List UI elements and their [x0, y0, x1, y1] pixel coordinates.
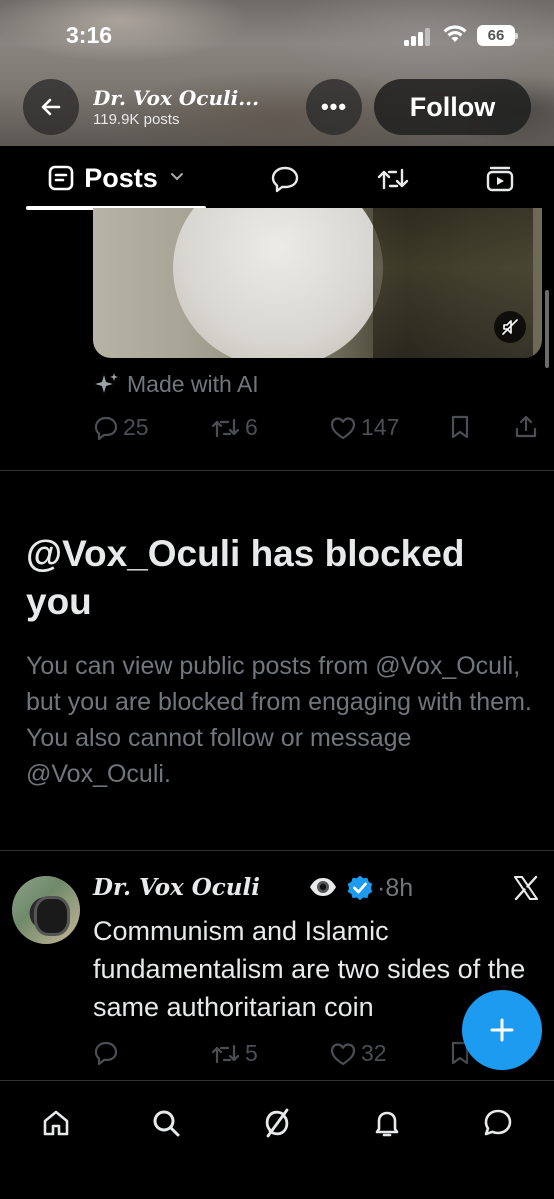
signal-icon — [404, 28, 432, 46]
made-with-ai-text: Made with AI — [127, 371, 259, 397]
posts-icon — [48, 165, 74, 191]
repost-icon — [211, 1044, 240, 1063]
battery-level: 66 — [487, 27, 505, 44]
tab-media[interactable] — [483, 162, 517, 196]
status-bar: 3:16 66 — [0, 0, 554, 72]
blocked-description: You can view public posts from @Vox_Ocul… — [26, 652, 532, 788]
compose-post-button[interactable] — [462, 990, 542, 1070]
tab-posts-label: Posts — [84, 162, 158, 193]
made-with-ai-label: Made with AI — [93, 371, 259, 398]
scrollbar[interactable] — [545, 290, 549, 368]
wifi-icon — [442, 24, 468, 50]
tab-replies[interactable] — [268, 162, 302, 196]
messages-icon — [484, 1109, 512, 1136]
reposts-icon — [377, 168, 409, 190]
bookmark-icon — [451, 415, 469, 439]
avatar[interactable] — [12, 876, 80, 944]
nav-messages[interactable] — [478, 1103, 518, 1143]
chevron-down-icon — [170, 169, 184, 187]
reply-icon — [94, 1041, 118, 1066]
tab-reposts[interactable] — [376, 162, 410, 196]
repost-icon — [211, 418, 240, 437]
share-button[interactable] — [513, 414, 539, 440]
muted-speaker-icon — [502, 319, 518, 335]
follow-button[interactable]: Follow — [374, 79, 531, 135]
like-count: 32 — [361, 1040, 387, 1066]
repost-count: 5 — [245, 1040, 258, 1066]
like-button[interactable]: 32 — [329, 1040, 387, 1067]
arrow-left-icon — [41, 98, 61, 116]
heart-icon — [330, 1042, 356, 1065]
home-icon — [43, 1110, 69, 1136]
profile-posts-count: 119.9K posts — [93, 111, 180, 128]
nav-notifications[interactable] — [367, 1103, 407, 1143]
status-time: 3:16 — [66, 22, 113, 48]
reply-icon — [94, 416, 118, 440]
post-media-video[interactable] — [93, 208, 542, 358]
notifications-icon — [375, 1111, 399, 1137]
profile-name: Dr. Vox Oculi... — [93, 86, 260, 110]
x-logo-icon[interactable] — [512, 874, 540, 902]
heart-icon — [330, 416, 356, 439]
profile-tabs: Posts — [0, 146, 554, 210]
tweet-timestamp[interactable]: ·8h — [377, 874, 413, 903]
bottom-nav — [0, 1080, 554, 1199]
nav-home[interactable] — [36, 1103, 76, 1143]
replies-icon — [271, 166, 299, 193]
repost-button[interactable]: 6 — [211, 414, 258, 441]
prev-post-actions: 25 6 147 — [93, 414, 543, 444]
repost-button[interactable]: 5 — [211, 1040, 258, 1067]
media-icon — [486, 166, 514, 192]
divider — [0, 470, 554, 471]
reply-button[interactable] — [93, 1040, 123, 1066]
back-button[interactable] — [23, 79, 79, 135]
repost-count: 6 — [245, 414, 258, 440]
verified-badge-icon — [347, 875, 373, 901]
tweet-author-name[interactable]: Dr. Vox Oculi — [93, 874, 260, 901]
blocked-title: @Vox_Oculi has blocked you — [26, 533, 465, 622]
more-options-button[interactable]: ••• — [306, 79, 362, 135]
nav-search[interactable] — [146, 1103, 186, 1143]
search-icon — [153, 1110, 180, 1137]
nav-grok[interactable] — [257, 1103, 297, 1143]
sparkle-icon — [95, 372, 118, 393]
like-button[interactable]: 147 — [329, 414, 399, 441]
grok-icon — [265, 1108, 289, 1138]
tab-posts[interactable]: Posts — [26, 146, 206, 210]
profile-header: 3:16 66 Dr. Vox Oculi... 119.9K posts ••… — [0, 0, 554, 146]
bookmark-button[interactable] — [449, 414, 471, 440]
reply-button[interactable]: 25 — [93, 414, 149, 441]
share-icon — [515, 415, 537, 438]
battery-icon: 66 — [477, 25, 518, 46]
mute-button[interactable] — [494, 311, 526, 343]
eye-icon — [310, 878, 336, 896]
reply-count: 25 — [123, 414, 149, 440]
like-count: 147 — [361, 414, 400, 440]
divider — [0, 850, 554, 851]
plus-icon — [490, 1018, 514, 1042]
